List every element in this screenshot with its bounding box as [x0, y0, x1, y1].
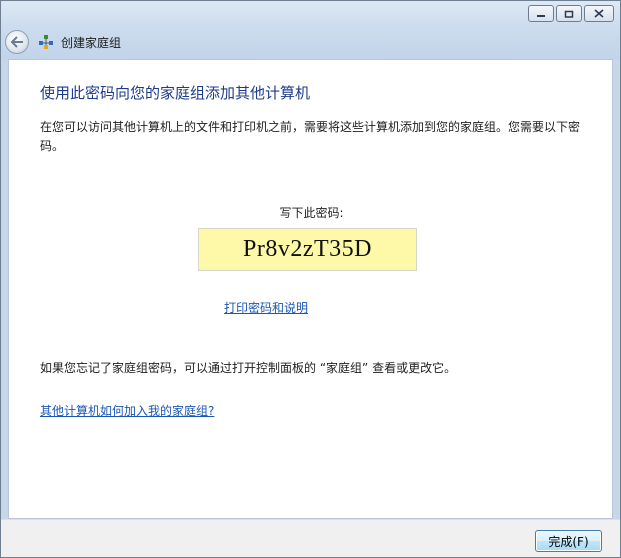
- forgot-password-text: 如果您忘记了家庭组密码，可以通过打开控制面板的 “家庭组” 查看或更改它。: [40, 361, 457, 375]
- description-text: 在您可以访问其他计算机上的文件和打印机之前，需要将这些计算机添加到您的家庭组。您…: [40, 120, 581, 153]
- title-bar: 创建家庭组: [1, 1, 620, 59]
- print-password-link[interactable]: 打印密码和说明: [224, 299, 308, 316]
- password-label: 写下此密码:: [279, 206, 344, 220]
- wizard-content: 使用此密码向您的家庭组添加其他计算机 在您可以访问其他计算机上的文件和打印机之前…: [8, 59, 613, 519]
- wizard-footer: 完成(F): [1, 519, 620, 557]
- caption-buttons: [528, 5, 614, 22]
- password-display: Pr8v2zT35D: [198, 228, 417, 271]
- close-button[interactable]: [584, 5, 614, 22]
- minimize-button[interactable]: [528, 5, 554, 22]
- maximize-button[interactable]: [556, 5, 582, 22]
- back-button[interactable]: [5, 30, 29, 54]
- navigation-bar: 创建家庭组: [5, 30, 121, 54]
- join-homegroup-help-link[interactable]: 其他计算机如何加入我的家庭组?: [40, 402, 214, 419]
- back-arrow-icon: [10, 36, 23, 48]
- wizard-title: 创建家庭组: [61, 35, 122, 50]
- close-icon: [594, 9, 604, 18]
- minimize-icon: [537, 14, 545, 17]
- homegroup-icon: [37, 33, 55, 51]
- homegroup-wizard-window: 创建家庭组 使用此密码向您的家庭组添加其他计算机 在您可以访问其他计算机上的文件…: [0, 0, 621, 558]
- maximize-icon: [564, 10, 574, 18]
- page-heading: 使用此密码向您的家庭组添加其他计算机: [40, 84, 311, 102]
- finish-button[interactable]: 完成(F): [535, 530, 602, 552]
